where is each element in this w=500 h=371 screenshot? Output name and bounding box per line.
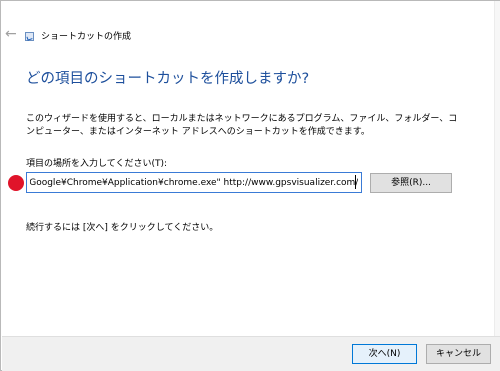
shortcut-wizard-window: ← ショートカットの作成 どの項目のショートカットを作成しますか? このウィザー… [0, 0, 500, 371]
location-field-label: 項目の場所を入力してください(T): [26, 159, 168, 169]
window-title: ショートカットの作成 [41, 32, 132, 42]
text-caret [355, 175, 356, 189]
window-scrollbar [494, 1, 500, 336]
browse-button[interactable]: 参照(R)... [370, 173, 452, 193]
page-heading: どの項目のショートカットを作成しますか? [26, 71, 310, 87]
cancel-button[interactable]: キャンセル [426, 344, 491, 364]
arrow-left-icon[interactable]: ← [5, 25, 19, 43]
location-input[interactable] [26, 172, 362, 193]
shortcut-icon [25, 32, 34, 41]
continue-instruction: 続行するには [次へ] をクリックしてください。 [26, 223, 219, 233]
red-marker-dot [8, 175, 24, 191]
wizard-description: このウィザードを使用すると、ローカルまたはネットワークにあるプログラム、ファイル… [26, 114, 458, 137]
next-button[interactable]: 次へ(N) [352, 344, 417, 364]
title-bar: ← ショートカットの作成 [1, 23, 499, 47]
